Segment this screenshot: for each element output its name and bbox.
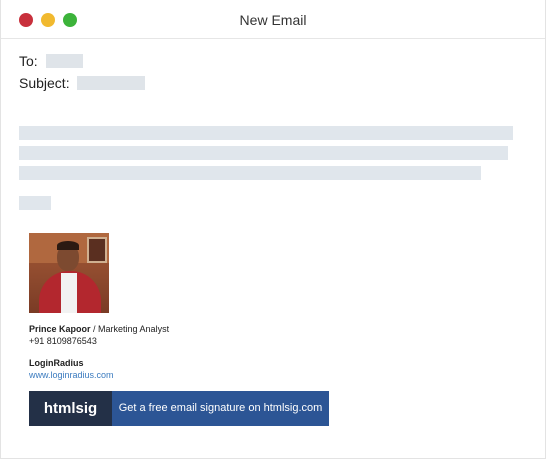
- email-compose-window: New Email To: Subject: Prince Kapoor / M…: [0, 0, 546, 459]
- signature-company: LoginRadius: [29, 358, 84, 368]
- body-text-placeholder[interactable]: [19, 166, 481, 180]
- banner-brand: htmlsig: [29, 391, 112, 426]
- subject-value-placeholder[interactable]: [77, 76, 146, 91]
- subject-label: Subject:: [19, 75, 70, 92]
- body-text-placeholder[interactable]: [19, 196, 51, 210]
- window-title: New Email: [239, 12, 307, 28]
- email-signature: Prince Kapoor / Marketing Analyst +91 81…: [29, 233, 169, 381]
- signature-phone: +91 8109876543: [29, 336, 97, 346]
- to-value-placeholder[interactable]: [45, 54, 83, 69]
- signature-name: Prince Kapoor: [29, 324, 91, 334]
- htmlsig-banner[interactable]: htmlsig Get a free email signature on ht…: [29, 391, 329, 426]
- signature-name-line: Prince Kapoor / Marketing Analyst: [29, 323, 169, 335]
- signature-website-link[interactable]: www.loginradius.com: [29, 369, 169, 381]
- signature-separator: /: [90, 324, 99, 334]
- signature-role: Marketing Analyst: [98, 324, 170, 334]
- to-field[interactable]: To:: [19, 52, 83, 69]
- subject-field[interactable]: Subject:: [19, 74, 146, 92]
- profile-photo: [29, 233, 109, 313]
- body-text-placeholder[interactable]: [19, 126, 513, 140]
- title-bar: New Email: [1, 0, 545, 39]
- banner-cta: Get a free email signature on htmlsig.co…: [112, 391, 329, 426]
- to-label: To:: [19, 53, 38, 70]
- body-text-placeholder[interactable]: [19, 146, 508, 160]
